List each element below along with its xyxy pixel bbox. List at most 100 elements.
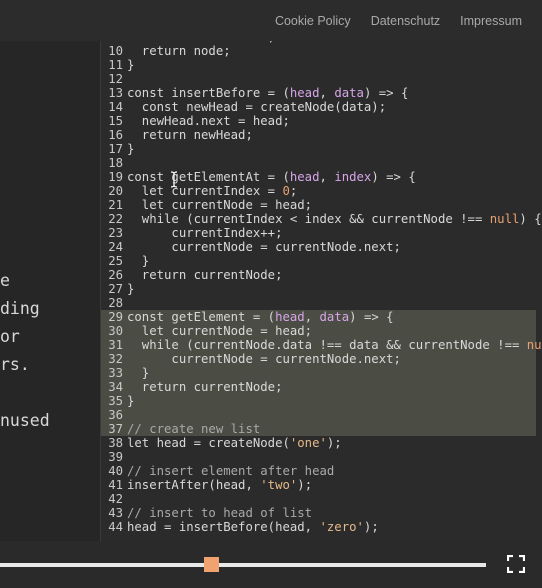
code-token: const getElement = ( (127, 310, 276, 324)
code-token: index (334, 170, 372, 184)
code-line: 41 insertAfter(head, 'two'); (101, 478, 312, 492)
line-number: 13 (108, 86, 123, 100)
code-line: 37 // create new list (101, 422, 260, 436)
code-line: 33 } (101, 366, 149, 380)
code-token: // insert to head of list (127, 506, 313, 520)
code-token: return currentNode; (127, 268, 283, 282)
code-token: head = insertBefore(head, (127, 520, 320, 534)
line-number: 12 (108, 72, 123, 86)
line-number: 23 (108, 226, 123, 240)
code-token: } (127, 142, 135, 156)
code-line: 32 currentNode = currentNode.next; (101, 352, 401, 366)
code-token: head (289, 86, 320, 100)
fullscreen-icon[interactable] (507, 555, 525, 573)
code-line: 18 (101, 156, 127, 170)
line-number: 10 (108, 44, 123, 58)
code-token: currentNode = currentNode.next; (127, 352, 401, 366)
line-number: 14 (108, 100, 123, 114)
code-token: } (127, 366, 150, 380)
code-line: 17} (101, 142, 134, 156)
line-number: 40 (108, 464, 123, 478)
line-number: 22 (108, 212, 123, 226)
line-number: 20 (108, 184, 123, 198)
impressum-link[interactable]: Impressum (460, 14, 522, 28)
code-token: const insertBefore = ( (127, 86, 290, 100)
code-line: 40 // insert element after head (101, 464, 334, 478)
code-line: 19 const getElementAt = (head, index) => … (101, 170, 416, 184)
code-token: const getElementAt = ( (127, 170, 290, 184)
code-line: 30 let currentNode = head; (101, 324, 312, 338)
code-token: return node; (127, 44, 231, 58)
line-number: 21 (108, 198, 123, 212)
line-number: 41 (108, 478, 123, 492)
line-number: 19 (108, 170, 123, 184)
code-token: currentIndex++; (127, 226, 283, 240)
line-number: 30 (108, 324, 123, 338)
code-line: 26 return currentNode; (101, 268, 282, 282)
code-line: 28 (101, 296, 127, 310)
cookie-policy-link[interactable]: Cookie Policy (275, 14, 351, 28)
code-token: 'one' (289, 436, 327, 450)
player-controls (0, 541, 542, 588)
code-line: 10 return node; (101, 44, 231, 58)
lesson-text-panel: e ding or rs. nused (0, 41, 100, 541)
code-line: 16 return newHead; (101, 128, 253, 142)
code-editor[interactable]: 9 newHead = newNode;10 return node;11}12… (101, 28, 542, 541)
code-token: let currentIndex = (127, 184, 283, 198)
code-token: ); (326, 436, 342, 450)
code-line: 25 } (101, 254, 149, 268)
line-number: 26 (108, 268, 123, 282)
code-token: 'zero' (319, 520, 364, 534)
code-line: 27} (101, 282, 134, 296)
code-token: , (319, 86, 335, 100)
code-token: currentNode = currentNode.next; (127, 240, 401, 254)
code-token: null (526, 338, 542, 352)
code-token: ) => { (371, 170, 416, 184)
line-number: 18 (108, 156, 123, 170)
code-token: ) => { (349, 310, 394, 324)
code-line: 12 (101, 72, 127, 86)
code-token: 0 (282, 184, 290, 198)
code-line: 20 let currentIndex = 0; (101, 184, 297, 198)
line-number: 34 (108, 380, 123, 394)
datenschutz-link[interactable]: Datenschutz (371, 14, 440, 28)
line-number: 38 (108, 436, 123, 450)
code-line: 42 (101, 492, 127, 506)
code-line: 13 const insertBefore = (head, data) => { (101, 86, 408, 100)
line-number: 16 (108, 128, 123, 142)
line-number: 39 (108, 450, 123, 464)
code-token: const newHead = createNode(data); (127, 100, 387, 114)
line-number: 32 (108, 352, 123, 366)
line-number: 15 (108, 114, 123, 128)
code-token: ; (289, 184, 298, 198)
lesson-text-line: or (0, 327, 20, 346)
code-token: let currentNode = head; (127, 198, 313, 212)
lesson-text-line: rs. (0, 355, 30, 374)
progress-thumb[interactable] (204, 557, 220, 572)
code-token: } (127, 282, 135, 296)
lesson-text-line: ding (0, 299, 40, 318)
line-number: 43 (108, 506, 123, 520)
code-line: 36 (101, 408, 127, 422)
code-line: 38 let head = createNode('one'); (101, 436, 342, 450)
line-number: 25 (108, 254, 123, 268)
line-number: 35 (108, 394, 123, 408)
code-token: while (currentIndex < index && currentNo… (127, 212, 490, 226)
code-token: ) => { (363, 86, 409, 100)
lesson-text-line: e (0, 271, 10, 290)
code-token: insertAfter(head, (127, 478, 261, 492)
code-token: ); (363, 520, 379, 534)
line-number: 36 (108, 408, 123, 422)
line-number: 17 (108, 142, 123, 156)
line-number: 27 (108, 282, 123, 296)
line-number: 44 (108, 520, 123, 534)
code-token: data (334, 86, 364, 100)
code-line: 15 newHead.next = head; (101, 114, 290, 128)
code-token: , (304, 310, 320, 324)
code-token: while (currentNode.data !== data && curr… (127, 338, 527, 352)
code-token: // create new list (127, 422, 261, 436)
progress-track[interactable] (0, 563, 486, 567)
code-token: 'two' (260, 478, 298, 492)
code-token: let currentNode = head; (127, 324, 313, 338)
code-line: 29 const getElement = (head, data) => { (101, 310, 394, 324)
